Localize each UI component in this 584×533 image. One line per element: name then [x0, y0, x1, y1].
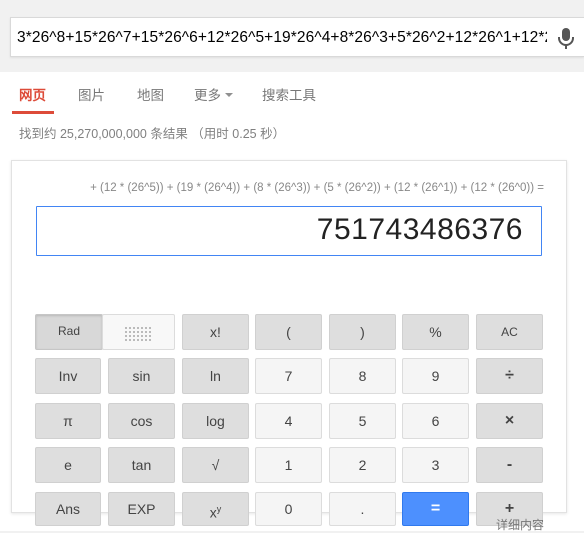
- tab-images[interactable]: 图片: [78, 84, 105, 104]
- divide-button[interactable]: ÷: [476, 358, 543, 394]
- power-exponent-label: y: [216, 504, 222, 514]
- digit-0-button[interactable]: 0: [255, 492, 322, 526]
- decimal-point-button[interactable]: .: [329, 492, 396, 526]
- left-paren-button[interactable]: (: [255, 314, 322, 350]
- sin-button[interactable]: sin: [108, 358, 175, 394]
- search-query-text[interactable]: 3*26^8+15*26^7+15*26^6+12*26^5+19*26^4+8…: [17, 29, 547, 47]
- calculator-card: + (12 * (26^5)) + (19 * (26^4)) + (8 * (…: [11, 160, 567, 526]
- answer-button[interactable]: Ans: [35, 492, 101, 526]
- calculator-expression: + (12 * (26^5)) + (19 * (26^4)) + (8 * (…: [90, 182, 544, 194]
- result-stats: 找到约 25,270,000,000 条结果 （用时 0.25 秒）: [19, 127, 286, 141]
- tab-search-tools[interactable]: 搜索工具: [262, 84, 316, 104]
- tab-web[interactable]: 网页: [19, 84, 46, 104]
- inverse-button[interactable]: Inv: [35, 358, 101, 394]
- digit-3-button[interactable]: 3: [402, 447, 469, 483]
- pi-button[interactable]: π: [35, 403, 101, 439]
- log-button[interactable]: log: [182, 403, 249, 439]
- more-details-link[interactable]: 详细内容: [496, 516, 544, 533]
- microphone-icon[interactable]: [555, 26, 577, 50]
- power-base-label: x: [209, 504, 217, 521]
- digit-8-button[interactable]: 8: [329, 358, 396, 394]
- sqrt-button[interactable]: √: [182, 447, 249, 483]
- caret-down-icon: [225, 93, 233, 98]
- digit-5-button[interactable]: 5: [329, 403, 396, 439]
- power-button[interactable]: xy: [182, 492, 249, 526]
- header: 3*26^8+15*26^7+15*26^6+12*26^5+19*26^4+8…: [0, 0, 584, 72]
- digit-4-button[interactable]: 4: [255, 403, 322, 439]
- digit-1-button[interactable]: 1: [255, 447, 322, 483]
- tab-more-label: 更多: [194, 88, 221, 103]
- digit-7-button[interactable]: 7: [255, 358, 322, 394]
- digit-2-button[interactable]: 2: [329, 447, 396, 483]
- cos-button[interactable]: cos: [108, 403, 175, 439]
- e-button[interactable]: e: [35, 447, 101, 483]
- equals-button[interactable]: =: [402, 492, 469, 526]
- exp-button[interactable]: EXP: [108, 492, 175, 526]
- percent-button[interactable]: %: [402, 314, 469, 350]
- minus-button[interactable]: -: [476, 447, 543, 483]
- rad-button[interactable]: Rad: [35, 314, 103, 350]
- factorial-button[interactable]: x!: [182, 314, 249, 350]
- results-area: 找到约 25,270,000,000 条结果 （用时 0.25 秒） + (12…: [0, 114, 584, 533]
- keypad-dots-icon: [125, 327, 151, 341]
- tab-more[interactable]: 更多: [194, 84, 233, 104]
- calculator-result: 751743486376: [316, 213, 523, 246]
- multiply-button[interactable]: ×: [476, 403, 543, 439]
- tab-maps[interactable]: 地图: [137, 84, 164, 104]
- search-nav: 网页 图片 地图 更多 搜索工具: [0, 72, 584, 115]
- calculator-display[interactable]: 751743486376: [36, 206, 542, 256]
- deg-button[interactable]: [102, 314, 175, 350]
- right-paren-button[interactable]: ): [329, 314, 396, 350]
- ln-button[interactable]: ln: [182, 358, 249, 394]
- digit-6-button[interactable]: 6: [402, 403, 469, 439]
- all-clear-button[interactable]: AC: [476, 314, 543, 350]
- tan-button[interactable]: tan: [108, 447, 175, 483]
- digit-9-button[interactable]: 9: [402, 358, 469, 394]
- search-input[interactable]: 3*26^8+15*26^7+15*26^6+12*26^5+19*26^4+8…: [10, 17, 584, 57]
